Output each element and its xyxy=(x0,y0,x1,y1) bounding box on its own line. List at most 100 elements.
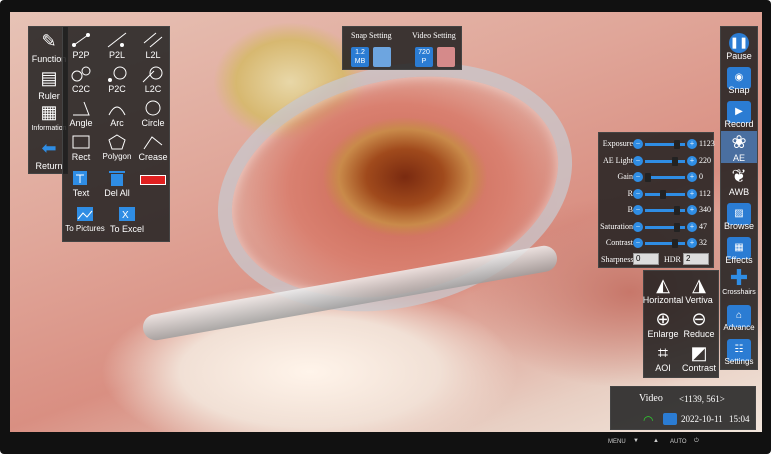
slider-thumb[interactable] xyxy=(645,173,651,182)
sharpness-select[interactable]: 0 xyxy=(633,253,659,265)
power-hw-button[interactable]: ⏻ xyxy=(694,438,699,445)
p2c-icon xyxy=(108,66,127,82)
tool-p2l[interactable]: P2L xyxy=(99,31,135,60)
decrease-icon[interactable]: − xyxy=(633,139,643,149)
adjust-row: Exposure − +1123 xyxy=(603,139,715,151)
effects-button[interactable]: ▦ Effects xyxy=(721,233,757,265)
decrease-icon[interactable]: − xyxy=(633,205,643,215)
decrease-icon[interactable]: − xyxy=(633,188,643,199)
increase-icon[interactable]: + xyxy=(687,221,697,232)
slider-thumb[interactable] xyxy=(673,140,680,149)
tool-circle[interactable]: Circle xyxy=(135,99,171,128)
tool-c2c[interactable]: C2C xyxy=(63,65,99,94)
advance-button[interactable]: ⌂ Advance xyxy=(721,301,757,332)
p2l-icon xyxy=(107,32,127,48)
awb-button[interactable]: ❦ AWB xyxy=(721,165,757,197)
adjust-value: 0 xyxy=(699,172,703,181)
increase-icon[interactable]: + xyxy=(687,238,697,248)
slider-thumb[interactable] xyxy=(672,156,679,166)
browse-button[interactable]: ▨ Browse xyxy=(721,199,757,231)
tool-crease[interactable]: Crease xyxy=(135,133,171,162)
crease-icon xyxy=(143,136,163,150)
tool-label: Del All xyxy=(104,188,130,198)
down-hw-button[interactable]: ▼ xyxy=(633,438,639,444)
hdr-label: HDR xyxy=(664,255,681,264)
tool-label: C2C xyxy=(71,84,90,94)
right-label: Browse xyxy=(723,221,754,231)
ruler-label: Ruler xyxy=(38,91,60,101)
snap-button[interactable]: ◉ Snap xyxy=(721,63,757,95)
snap-format-button[interactable] xyxy=(373,47,391,67)
view-label: AOI xyxy=(655,363,671,373)
circle-icon xyxy=(145,100,161,116)
video-badge-top: 720 xyxy=(418,49,430,56)
snap-resolution-button[interactable]: 1.2 MB xyxy=(351,47,369,67)
flip-vertical-button[interactable]: ◮ Vertiva xyxy=(676,275,722,305)
increase-icon[interactable]: + xyxy=(687,172,697,182)
right-label: Advance xyxy=(723,323,755,332)
pause-icon: ❚❚ xyxy=(725,29,753,53)
adjust-slider[interactable] xyxy=(645,206,685,215)
tool-arc[interactable]: Arc xyxy=(99,99,135,128)
decrease-icon[interactable]: − xyxy=(633,172,643,182)
tool-l2l[interactable]: L2L xyxy=(135,31,171,60)
video-format-button[interactable] xyxy=(437,47,455,67)
increase-icon[interactable]: + xyxy=(687,155,697,166)
right-label: Crosshairs xyxy=(722,289,756,296)
increase-icon[interactable]: + xyxy=(687,205,697,215)
up-hw-button[interactable]: ▲ xyxy=(653,438,659,444)
pause-button[interactable]: ❚❚ Pause xyxy=(721,29,757,61)
decrease-icon[interactable]: − xyxy=(633,155,643,166)
video-badge-bottom: P xyxy=(421,58,427,65)
tool-to-excel[interactable]: X To Excel xyxy=(107,205,147,234)
view-label: Reduce xyxy=(683,329,715,339)
adjust-slider[interactable] xyxy=(645,173,685,182)
tool-del-all[interactable]: Del All xyxy=(99,169,135,198)
slider-thumb[interactable] xyxy=(660,189,667,199)
hdr-select[interactable]: 2 xyxy=(683,253,709,265)
return-label: Return xyxy=(35,161,63,171)
adjust-slider[interactable] xyxy=(645,239,685,248)
adjust-slider[interactable] xyxy=(645,222,685,232)
awb-icon: ❦ xyxy=(731,166,747,186)
settings-button[interactable]: ☷ Settings xyxy=(721,335,757,366)
tool-polygon[interactable]: Polygon xyxy=(99,133,135,161)
decrease-icon[interactable]: − xyxy=(633,221,643,232)
contrast-button[interactable]: ◩ Contrast xyxy=(676,343,722,373)
adjust-value: 47 xyxy=(699,221,707,231)
slider-thumb[interactable] xyxy=(673,206,680,215)
tool-p2c[interactable]: P2C xyxy=(99,65,135,94)
tool-angle[interactable]: Angle xyxy=(63,99,99,128)
decrease-icon[interactable]: − xyxy=(633,238,643,248)
tool-p2p[interactable]: P2P xyxy=(63,31,99,60)
record-button[interactable]: ▶ Record xyxy=(721,97,757,129)
ae-button[interactable]: ❀ AE xyxy=(721,131,757,163)
arc-icon xyxy=(108,106,126,116)
tool-text[interactable]: Text xyxy=(63,169,99,198)
menu-hw-button[interactable]: MENU xyxy=(608,439,626,445)
slider-thumb[interactable] xyxy=(673,222,680,232)
video-resolution-button[interactable]: 720 P xyxy=(415,47,433,67)
adjust-value: 220 xyxy=(699,155,711,165)
adjust-slider[interactable] xyxy=(645,156,685,166)
auto-hw-button[interactable]: AUTO xyxy=(670,439,687,445)
reduce-button[interactable]: ⊖ Reduce xyxy=(676,309,722,339)
tool-rect[interactable]: Rect xyxy=(63,133,99,162)
adjust-label: Gain xyxy=(617,172,633,181)
tool-to-pictures[interactable]: To Pictures xyxy=(65,205,105,233)
increase-icon[interactable]: + xyxy=(687,188,697,199)
text-icon xyxy=(73,171,87,185)
increase-icon[interactable]: + xyxy=(687,139,697,149)
hdr-value: 2 xyxy=(686,254,691,263)
adjust-slider[interactable] xyxy=(645,140,685,149)
adjust-slider[interactable] xyxy=(645,189,685,199)
adjust-row: Contrast − +32 xyxy=(603,238,715,250)
color-picker[interactable] xyxy=(135,175,171,187)
tool-l2c[interactable]: L2C xyxy=(135,65,171,94)
ae-icon: ❀ xyxy=(731,132,747,152)
crosshairs-button[interactable]: ✚ Crosshairs xyxy=(721,267,757,297)
slider-thumb[interactable] xyxy=(672,239,679,248)
view-label: Contrast xyxy=(681,363,716,373)
function-icon: ✎ xyxy=(41,31,57,51)
adjust-label: Exposure xyxy=(602,139,633,148)
